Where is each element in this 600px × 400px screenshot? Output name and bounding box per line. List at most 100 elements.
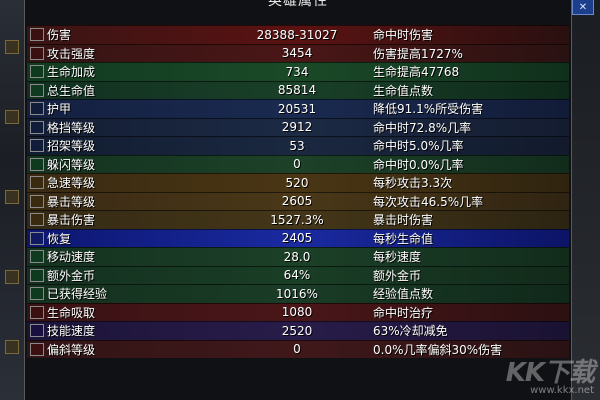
attribute-value: 2605 xyxy=(281,194,313,209)
attribute-swatch xyxy=(30,120,44,134)
attribute-value: 1016% xyxy=(276,286,318,301)
attribute-description: 命中时伤害 xyxy=(373,28,434,43)
attribute-label: 护甲 xyxy=(47,102,72,117)
attribute-description: 每秒速度 xyxy=(373,250,422,265)
attribute-swatch xyxy=(30,28,44,42)
attribute-row[interactable]: 伤害 28388-31027 命中时伤害 xyxy=(27,25,569,44)
attribute-description: 生命提高47768 xyxy=(373,65,460,80)
attribute-label: 额外金币 xyxy=(47,268,96,283)
attribute-label: 招架等级 xyxy=(47,139,96,154)
close-icon: ✕ xyxy=(578,1,588,13)
game-screen: ✕ 英雄属性 伤害 28388-31027 命中时伤害攻击强度 3454 伤害提高172… xyxy=(0,0,600,400)
attribute-description: 每次攻击46.5%几率 xyxy=(373,194,484,209)
attribute-row[interactable]: 护甲 20531 降低91.1%所受伤害 xyxy=(27,99,569,118)
attribute-swatch xyxy=(30,176,44,190)
attribute-label: 格挡等级 xyxy=(47,120,96,135)
attribute-description: 经验值点数 xyxy=(373,287,434,302)
attribute-swatch xyxy=(30,46,44,60)
attribute-value: 0 xyxy=(293,157,301,172)
attribute-row[interactable]: 总生命值 85814 生命值点数 xyxy=(27,80,569,99)
attribute-swatch xyxy=(30,250,44,264)
attribute-label: 生命吸取 xyxy=(47,305,96,320)
attribute-description: 命中时72.8%几率 xyxy=(373,120,472,135)
attribute-description: 命中时治疗 xyxy=(373,305,434,320)
attribute-value: 2405 xyxy=(281,231,313,246)
attribute-row[interactable]: 已获得经验 1016% 经验值点数 xyxy=(27,284,569,303)
attribute-row[interactable]: 暴击伤害 1527.3% 暴击时伤害 xyxy=(27,210,569,229)
attribute-swatch xyxy=(30,305,44,319)
attribute-row[interactable]: 攻击强度 3454 伤害提高1727% xyxy=(27,43,569,62)
attribute-label: 暴击伤害 xyxy=(47,213,96,228)
attribute-row[interactable]: 招架等级 53 命中时5.0%几率 xyxy=(27,136,569,155)
attribute-description: 命中时0.0%几率 xyxy=(373,157,464,172)
attribute-swatch xyxy=(30,83,44,97)
close-button[interactable]: ✕ xyxy=(572,0,594,15)
attribute-label: 总生命值 xyxy=(47,83,96,98)
attribute-value: 734 xyxy=(285,64,309,79)
attribute-row[interactable]: 恢复 2405 每秒生命值 xyxy=(27,228,569,247)
hero-attributes-panel: 英雄属性 伤害 28388-31027 命中时伤害攻击强度 3454 伤害提高1727%… xyxy=(24,0,572,400)
side-slot-icon xyxy=(5,110,19,124)
attribute-row[interactable]: 暴击等级 2605 每次攻击46.5%几率 xyxy=(27,191,569,210)
attribute-value: 20531 xyxy=(277,101,317,116)
attribute-value: 3454 xyxy=(281,46,313,61)
attribute-row[interactable]: 移动速度 28.0 每秒速度 xyxy=(27,247,569,266)
side-slot-icon xyxy=(5,340,19,354)
attribute-value: 28.0 xyxy=(283,249,311,264)
attribute-swatch xyxy=(30,324,44,338)
attribute-description: 每秒攻击3.3次 xyxy=(373,176,453,191)
attribute-label: 已获得经验 xyxy=(47,287,108,302)
attribute-description: 降低91.1%所受伤害 xyxy=(373,102,484,117)
attribute-value: 2912 xyxy=(281,120,313,135)
attribute-list: 伤害 28388-31027 命中时伤害攻击强度 3454 伤害提高1727% 生命加成 7… xyxy=(27,25,569,358)
attribute-row[interactable]: 技能速度 2520 63%冷却减免 xyxy=(27,321,569,340)
attribute-label: 技能速度 xyxy=(47,324,96,339)
attribute-row[interactable]: 生命加成 734 生命提高47768 xyxy=(27,62,569,81)
attribute-label: 生命加成 xyxy=(47,65,96,80)
attribute-label: 暴击等级 xyxy=(47,194,96,209)
attribute-swatch xyxy=(30,157,44,171)
attribute-description: 63%冷却减免 xyxy=(373,324,448,339)
panel-title: 英雄属性 xyxy=(268,0,328,9)
attribute-value: 1080 xyxy=(281,305,313,320)
attribute-value: 0 xyxy=(293,342,301,357)
attribute-description: 命中时5.0%几率 xyxy=(373,139,464,154)
attribute-row[interactable]: 躲闪等级 0 命中时0.0%几率 xyxy=(27,154,569,173)
attribute-description: 伤害提高1727% xyxy=(373,46,463,61)
attribute-swatch xyxy=(30,194,44,208)
attribute-label: 移动速度 xyxy=(47,250,96,265)
right-side-ui: ✕ xyxy=(570,0,600,400)
attribute-value: 53 xyxy=(289,138,305,153)
left-side-ui xyxy=(0,0,24,400)
attribute-description: 额外金币 xyxy=(373,268,422,283)
attribute-label: 伤害 xyxy=(47,28,72,43)
attribute-description: 生命值点数 xyxy=(373,83,434,98)
attribute-swatch xyxy=(30,213,44,227)
attribute-label: 攻击强度 xyxy=(47,46,96,61)
attribute-label: 偏斜等级 xyxy=(47,342,96,357)
attribute-row[interactable]: 额外金币 64% 额外金币 xyxy=(27,265,569,284)
attribute-value: 64% xyxy=(283,268,311,283)
attribute-row[interactable]: 格挡等级 2912 命中时72.8%几率 xyxy=(27,117,569,136)
attribute-description: 暴击时伤害 xyxy=(373,213,434,228)
attribute-label: 躲闪等级 xyxy=(47,157,96,172)
attribute-value: 85814 xyxy=(277,83,317,98)
attribute-description: 每秒生命值 xyxy=(373,231,434,246)
attribute-row[interactable]: 生命吸取 1080 命中时治疗 xyxy=(27,302,569,321)
attribute-swatch xyxy=(30,65,44,79)
attribute-label: 恢复 xyxy=(47,231,72,246)
attribute-swatch xyxy=(30,102,44,116)
attribute-value: 520 xyxy=(285,175,309,190)
attribute-value: 1527.3% xyxy=(270,212,324,227)
attribute-swatch xyxy=(30,342,44,356)
side-slot-icon xyxy=(5,270,19,284)
attribute-swatch xyxy=(30,287,44,301)
attribute-value: 28388-31027 xyxy=(256,27,338,42)
side-slot-icon xyxy=(5,190,19,204)
attribute-row[interactable]: 偏斜等级 0 0.0%几率偏斜30%伤害 xyxy=(27,339,569,358)
attribute-row[interactable]: 急速等级 520 每秒攻击3.3次 xyxy=(27,173,569,192)
attribute-swatch xyxy=(30,268,44,282)
attribute-description: 0.0%几率偏斜30%伤害 xyxy=(373,342,503,357)
attribute-swatch xyxy=(30,231,44,245)
attribute-label: 急速等级 xyxy=(47,176,96,191)
